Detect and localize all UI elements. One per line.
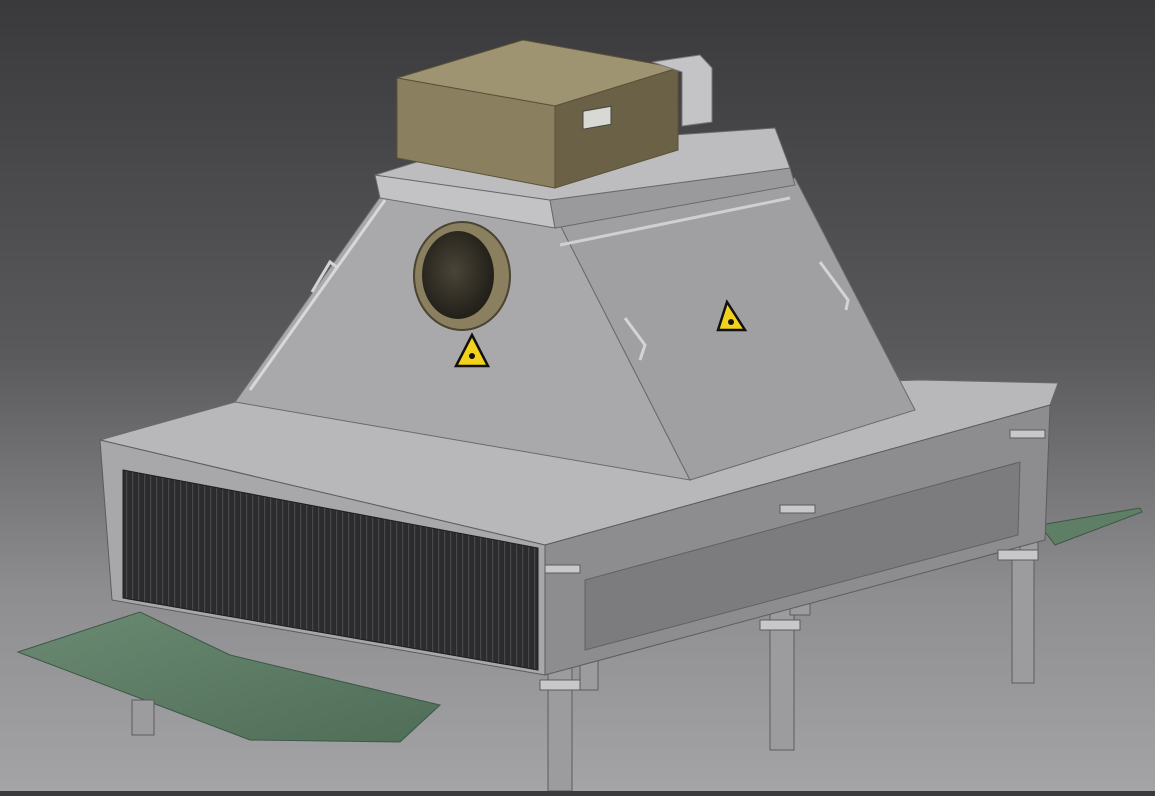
cad-viewport [0,0,1155,792]
round-porthole-icon [413,221,511,331]
heat-exchanger-model [16,39,1143,792]
membrane-sheet-right [1039,507,1143,546]
